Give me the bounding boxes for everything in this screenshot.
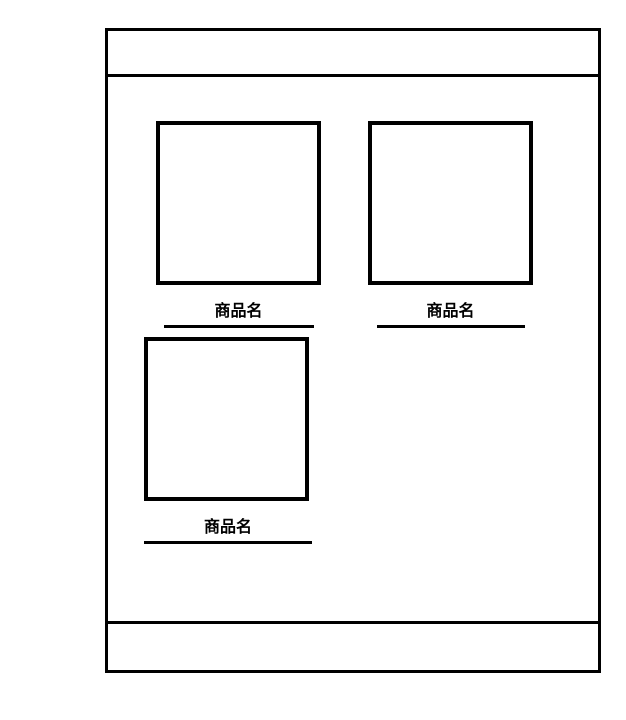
product-image-placeholder bbox=[156, 121, 321, 285]
header-bar bbox=[108, 31, 598, 77]
product-caption: 商品名 bbox=[156, 297, 321, 328]
product-card[interactable]: 商品名 bbox=[368, 121, 533, 328]
product-image-placeholder bbox=[368, 121, 533, 285]
product-caption: 商品名 bbox=[144, 513, 312, 544]
product-card[interactable]: 商品名 bbox=[156, 121, 321, 328]
product-name-label: 商品名 bbox=[422, 297, 478, 323]
product-image-placeholder bbox=[144, 337, 309, 501]
footer-bar bbox=[108, 621, 598, 670]
content-area: 商品名 商品名 商品名 bbox=[108, 77, 598, 621]
product-name-label: 商品名 bbox=[200, 513, 256, 539]
underline bbox=[144, 541, 312, 544]
product-caption: 商品名 bbox=[368, 297, 533, 328]
product-card[interactable]: 商品名 bbox=[144, 337, 312, 544]
underline bbox=[164, 325, 314, 328]
underline bbox=[377, 325, 525, 328]
wireframe-frame: 商品名 商品名 商品名 bbox=[105, 28, 601, 673]
product-name-label: 商品名 bbox=[210, 297, 266, 323]
